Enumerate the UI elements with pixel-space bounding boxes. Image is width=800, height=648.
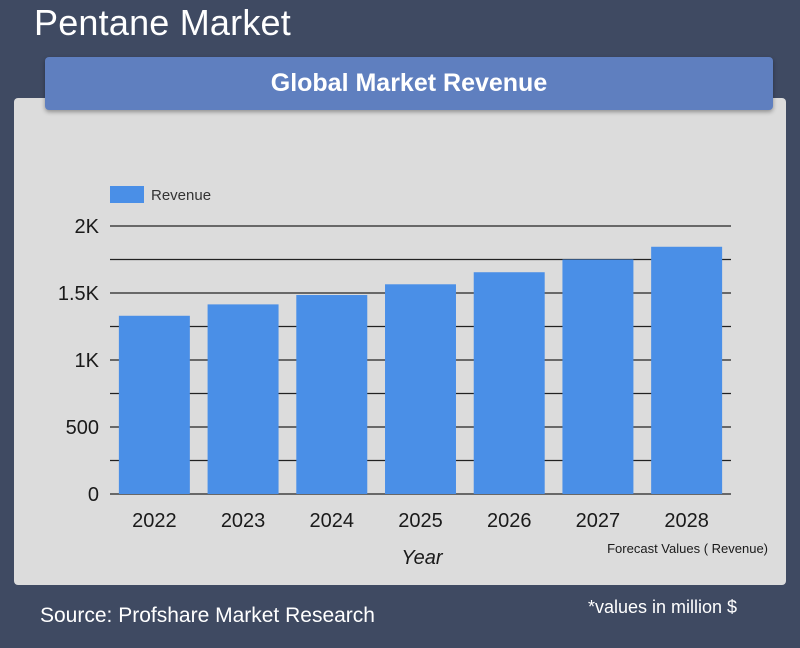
y-tick-label: 1K bbox=[75, 350, 100, 372]
x-tick-label: 2027 bbox=[576, 510, 621, 532]
legend-label-revenue: Revenue bbox=[151, 187, 211, 204]
bar-2022 bbox=[118, 315, 190, 494]
x-tick-label: 2024 bbox=[310, 510, 355, 532]
bars bbox=[118, 246, 723, 494]
x-axis-label: Year bbox=[401, 547, 443, 569]
x-tick-labels: 2022 2023 2024 2025 2026 2027 2028 bbox=[132, 510, 709, 532]
y-tick-label: 500 bbox=[66, 417, 99, 439]
y-tick-label: 0 bbox=[88, 484, 99, 506]
bar-2023 bbox=[207, 304, 279, 494]
legend-swatch-revenue bbox=[110, 186, 144, 203]
footer-note: *values in million $ bbox=[588, 597, 738, 617]
y-tick-labels: 0 500 1K 1.5K 2K bbox=[58, 216, 100, 506]
bar-2028 bbox=[651, 246, 723, 494]
bar-2027 bbox=[562, 259, 634, 494]
y-tick-label: 1.5K bbox=[58, 283, 100, 305]
bar-2024 bbox=[296, 295, 368, 494]
x-tick-label: 2025 bbox=[398, 510, 443, 532]
legend: Revenue bbox=[110, 186, 211, 204]
bar-chart: 05001K1.5K2K 2022 2023 2024 2025 2026 2027 202… bbox=[58, 186, 768, 569]
x-tick-label: 2028 bbox=[664, 510, 709, 532]
y-tick-label: 2K bbox=[75, 216, 100, 238]
x-tick-label: 2022 bbox=[132, 510, 177, 532]
bar-2025 bbox=[385, 284, 456, 494]
x-tick-label: 2023 bbox=[221, 510, 266, 532]
footer-source: Source: Profshare Market Research bbox=[40, 604, 375, 627]
forecast-annotation: Forecast Values ( Revenue) bbox=[607, 541, 768, 556]
x-tick-label: 2026 bbox=[487, 510, 532, 532]
bar-2026 bbox=[473, 272, 545, 494]
